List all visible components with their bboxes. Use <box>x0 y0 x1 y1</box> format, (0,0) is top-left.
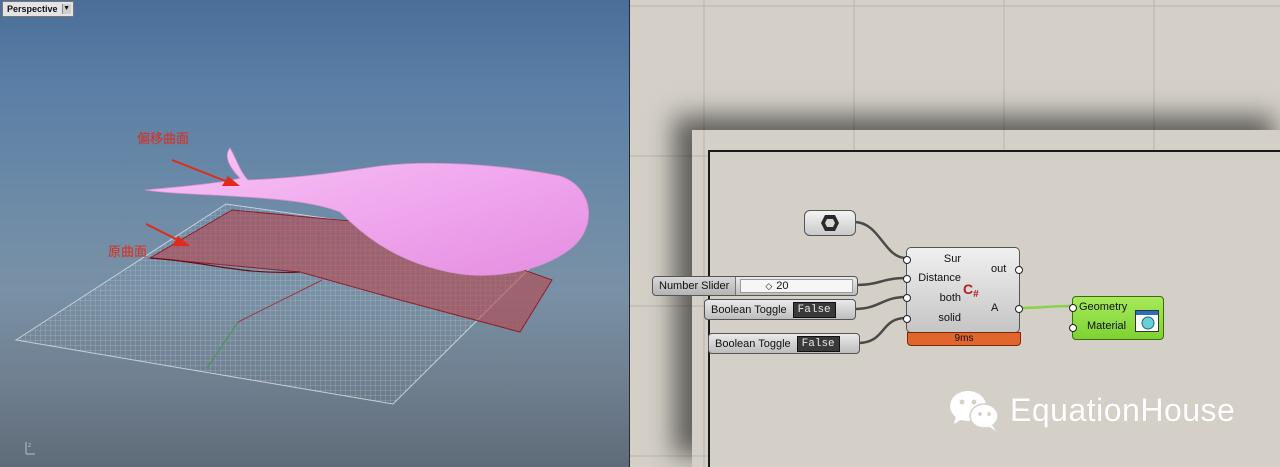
slider-value: 20 <box>776 280 789 292</box>
input-port-material[interactable] <box>1069 324 1077 332</box>
toggle-state[interactable]: False <box>796 335 840 352</box>
wire-distance <box>855 276 907 287</box>
number-slider[interactable]: Number Slider ◇ 20 <box>652 276 858 296</box>
input-distance-label: Distance <box>918 272 961 284</box>
boolean-toggle-both[interactable]: Boolean Toggle False <box>704 299 856 320</box>
annotation-original-surface: 原曲面 <box>108 245 148 260</box>
chevron-down-icon[interactable]: ▼ <box>61 4 71 14</box>
grasshopper-canvas[interactable]: Number Slider ◇ 20 Boolean Toggle False … <box>630 0 1280 467</box>
wire-geometry <box>1017 304 1073 310</box>
output-port-a[interactable] <box>1015 305 1023 313</box>
toggle-label: Boolean Toggle <box>715 337 791 350</box>
rhino-perspective-viewport[interactable]: Perspective ▼ 偏移曲面 原曲面 z <box>0 0 630 467</box>
viewport-title-tab[interactable]: Perspective ▼ <box>2 1 74 17</box>
csharp-script-component[interactable]: Sur Distance both solid C# out A 9ms <box>903 247 1023 346</box>
hexagon-param-icon <box>821 215 839 231</box>
output-a-label: A <box>991 302 999 314</box>
world-axis-icon: z <box>25 442 35 455</box>
boolean-toggle-solid[interactable]: Boolean Toggle False <box>708 333 860 354</box>
toggle-label: Boolean Toggle <box>711 303 787 316</box>
csharp-icon: C# <box>963 281 979 300</box>
material-preview-icon <box>1135 310 1159 332</box>
annotation-offset-surface: 偏移曲面 <box>137 132 190 147</box>
custom-preview-component[interactable]: Geometry Material <box>1069 296 1164 340</box>
wechat-icon <box>950 391 999 431</box>
toggle-state[interactable]: False <box>792 301 836 318</box>
watermark: EquationHouse <box>946 388 1235 432</box>
wire-both <box>853 295 907 311</box>
slider-knob[interactable]: ◇ <box>765 281 772 292</box>
number-slider-label: Number Slider <box>653 277 737 295</box>
viewport-title: Perspective <box>7 4 58 14</box>
input-port-geometry[interactable] <box>1069 304 1077 312</box>
viewport-scene <box>14 147 589 405</box>
input-sur-label: Sur <box>943 253 961 265</box>
slider-track[interactable]: ◇ 20 <box>740 279 853 293</box>
input-solid-label: solid <box>938 312 961 324</box>
watermark-text: EquationHouse <box>1010 391 1236 428</box>
output-port-out[interactable] <box>1015 266 1023 274</box>
surface-param[interactable] <box>804 210 856 236</box>
input-material-label: Material <box>1087 320 1127 332</box>
output-out-label: out <box>991 263 1007 275</box>
wire-surface <box>853 220 907 260</box>
component-timing-bar: 9ms <box>907 332 1021 346</box>
svg-text:z: z <box>28 442 31 449</box>
input-both-label: both <box>939 292 961 304</box>
input-geometry-label: Geometry <box>1079 301 1128 313</box>
wire-solid <box>857 316 907 345</box>
